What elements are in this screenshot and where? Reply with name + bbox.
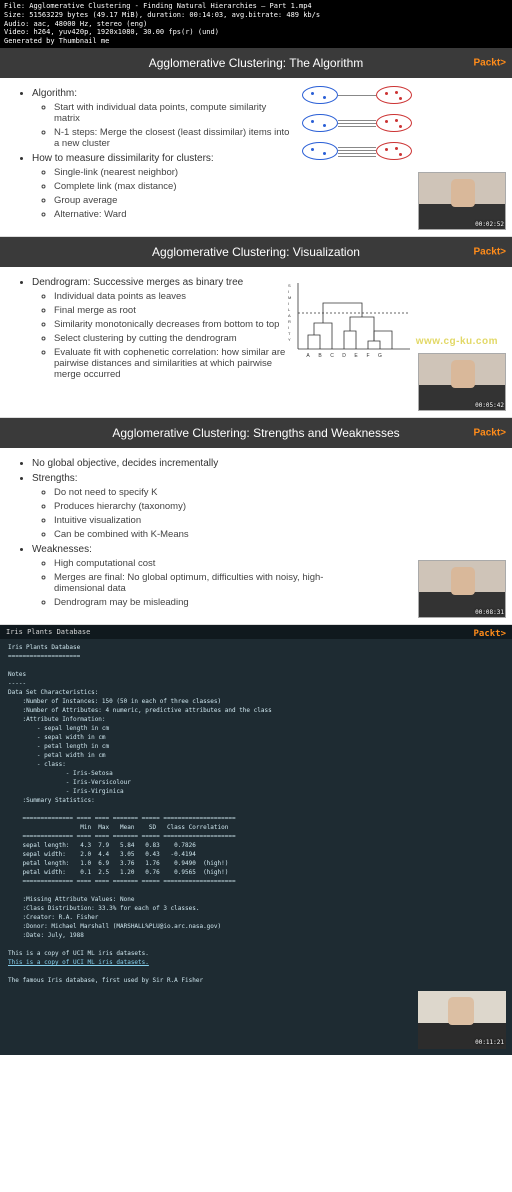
slide-header: Agglomerative Clustering: Strengths and … [0,418,512,448]
code-footer: The famous Iris database, first used by … [8,976,504,985]
slide-visualization: Agglomerative Clustering: Visualization … [0,237,512,418]
svg-text:D: D [342,353,346,359]
meta-file: File: Agglomerative Clustering - Finding… [4,2,508,11]
code-block: Iris Plants Database ===================… [8,643,504,958]
code-link: This is a copy of UCI ML iris datasets. [8,958,504,967]
slide-title: Agglomerative Clustering: The Algorithm [149,56,364,70]
svg-text:T: T [288,331,291,336]
slide-strengths-weaknesses: Agglomerative Clustering: Strengths and … [0,418,512,625]
svg-text:B: B [318,353,322,359]
svg-text:Y: Y [288,337,291,342]
sub-bullet: Start with individual data points, compu… [54,102,294,124]
sub-bullet: Dendrogram may be misleading [54,597,334,608]
watermark: www.cg-ku.com [416,336,498,347]
svg-text:F: F [366,353,369,359]
svg-text:R: R [288,319,291,324]
sub-bullet: Alternative: Ward [54,209,294,220]
bullet: Dendrogram: Successive merges as binary … [32,277,294,380]
slide-algorithm: Agglomerative Clustering: The Algorithm … [0,48,512,237]
sub-bullet: Produces hierarchy (taxonomy) [54,501,334,512]
bullet: Strengths: Do not need to specify K Prod… [32,473,334,540]
bullet: No global objective, decides incremental… [32,458,334,469]
sub-bullet: Do not need to specify K [54,487,334,498]
timestamp: 00:05:42 [475,402,504,409]
timestamp: 00:11:21 [475,1038,504,1047]
svg-text:C: C [330,353,334,359]
slide-iris-code: Iris Plants Database Packt> Iris Plants … [0,625,512,1056]
svg-text:I: I [288,325,289,330]
sub-bullet: Group average [54,195,294,206]
sub-bullet: Can be combined with K-Means [54,529,334,540]
code-title: Iris Plants Database [0,625,512,640]
svg-text:E: E [354,353,358,359]
sub-bullet: Merges are final: No global optimum, dif… [54,572,334,594]
svg-text:M: M [288,295,291,300]
svg-text:L: L [288,307,291,312]
sub-bullet: Individual data points as leaves [54,291,294,302]
svg-text:S: S [288,283,291,288]
meta-size: Size: 51563229 bytes (49.17 MiB), durati… [4,11,508,20]
brand-logo: Packt> [473,427,506,438]
cluster-diagram [302,86,412,170]
meta-gen: Generated by Thumbnail me [4,37,508,46]
svg-text:A: A [288,313,291,318]
sub-bullet: N-1 steps: Merge the closest (least diss… [54,127,294,149]
dendrogram-diagram: ABC DEF G SIMILARITY [284,273,414,359]
svg-text:I: I [288,289,289,294]
meta-video: Video: h264, yuv420p, 1920x1080, 30.00 f… [4,28,508,37]
bullet: How to measure dissimilarity for cluster… [32,153,294,220]
slide-header: Agglomerative Clustering: Visualization … [0,237,512,267]
sub-bullet: Evaluate fit with cophenetic correlation… [54,347,294,380]
sub-bullet: Single-link (nearest neighbor) [54,167,294,178]
sub-bullet: Select clustering by cutting the dendrog… [54,333,294,344]
svg-text:A: A [306,353,310,359]
sub-bullet: Intuitive visualization [54,515,334,526]
bullet: Weaknesses: High computational cost Merg… [32,544,334,608]
sub-bullet: Complete link (max distance) [54,181,294,192]
timestamp: 00:02:52 [475,221,504,228]
slide-title: Agglomerative Clustering: Visualization [152,245,360,259]
bullet: Algorithm: Start with individual data po… [32,88,294,149]
brand-logo: Packt> [473,246,506,257]
meta-audio: Audio: aac, 48000 Hz, stereo (eng) [4,20,508,29]
sub-bullet: Final merge as root [54,305,294,316]
svg-text:I: I [288,301,289,306]
slide-title: Agglomerative Clustering: Strengths and … [112,426,399,440]
sub-bullet: High computational cost [54,558,334,569]
brand-logo: Packt> [473,628,506,642]
sub-bullet: Similarity monotonically decreases from … [54,319,294,330]
timestamp: 00:08:31 [475,609,504,616]
slide-header: Agglomerative Clustering: The Algorithm … [0,48,512,78]
svg-text:G: G [378,353,382,359]
brand-logo: Packt> [473,57,506,68]
file-metadata: File: Agglomerative Clustering - Finding… [0,0,512,48]
